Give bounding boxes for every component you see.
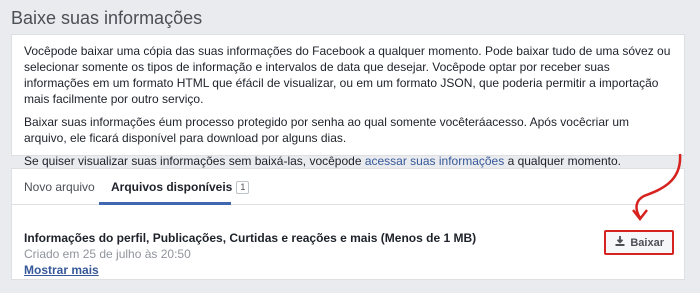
show-more-link[interactable]: Mostrar mais xyxy=(24,263,99,277)
info-paragraph-2: Baixar suas informações éum processo pro… xyxy=(24,115,629,145)
count-badge: 1 xyxy=(236,181,250,194)
file-created-date: Criado em 25 de julho às 20:50 xyxy=(24,247,191,261)
download-button[interactable]: Baixar xyxy=(604,230,674,255)
files-panel: Novo arquivo Arquivos disponíveis 1 Infor… xyxy=(11,168,685,280)
file-title: Informações do perfil, Publicações, Curt… xyxy=(24,231,477,245)
tab-available-label: Arquivos disponíveis xyxy=(111,180,233,194)
tab-bar: Novo arquivo Arquivos disponíveis 1 xyxy=(12,169,684,205)
tab-new-file[interactable]: Novo arquivo xyxy=(24,180,95,194)
info-paragraph-3-after: a qualquer momento. xyxy=(504,154,621,168)
info-paragraph-3-before: Se quiser visualizar suas informações se… xyxy=(24,154,365,168)
curved-arrow-icon xyxy=(632,153,682,222)
download-icon xyxy=(614,235,626,250)
download-label: Baixar xyxy=(630,236,664,249)
info-paragraph-1: Vocêpode baixar uma cópia das suas infor… xyxy=(24,44,671,106)
access-info-link[interactable]: acessar suas informações xyxy=(365,154,504,168)
info-paragraph-3: Se quiser visualizar suas informações se… xyxy=(24,153,672,169)
page-title: Baixe suas informações xyxy=(11,8,203,28)
tab-available-files[interactable]: Arquivos disponíveis 1 xyxy=(111,180,250,194)
file-row: Informações do perfil, Publicações, Curt… xyxy=(12,205,684,279)
info-box: Vocêpode baixar uma cópia das suas infor… xyxy=(11,34,685,168)
